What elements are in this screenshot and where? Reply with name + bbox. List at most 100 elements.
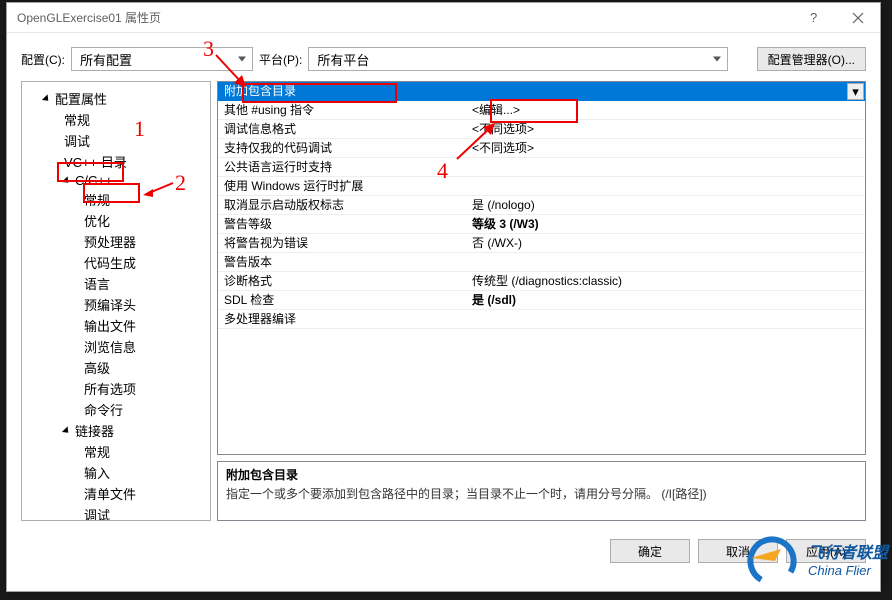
grid-value: 等级 3 (/W3) [468, 215, 865, 233]
tree-node[interactable]: 预处理器 [22, 231, 210, 252]
config-label: 配置(C): [21, 51, 65, 68]
tree-label: 配置属性 [55, 89, 107, 108]
grid-label: 诊断格式 [218, 272, 468, 290]
tree-node-config-props[interactable]: 配置属性 [22, 88, 210, 109]
config-row: 配置(C): 所有配置 平台(P): 所有平台 配置管理器(O)... [7, 33, 880, 81]
property-grid[interactable]: ▾ 附加包含目录 其他 #using 指令<编辑...> 调试信息格式<不同选项… [217, 81, 866, 455]
tree-node[interactable]: VC++ 目录 [22, 151, 210, 172]
tree-node[interactable]: 输出文件 [22, 315, 210, 336]
tree-label: 预处理器 [84, 232, 136, 251]
right-pane: ▾ 附加包含目录 其他 #using 指令<编辑...> 调试信息格式<不同选项… [217, 81, 866, 521]
grid-label: 将警告视为错误 [218, 234, 468, 252]
tree-label: 输入 [84, 463, 110, 482]
tree-node[interactable]: 常规 [22, 441, 210, 462]
grid-row[interactable]: 公共语言运行时支持 [218, 158, 865, 177]
tree-node-linker[interactable]: 链接器 [22, 420, 210, 441]
tree-label: 输出文件 [84, 316, 136, 335]
grid-value [468, 158, 865, 176]
tree-node[interactable]: 代码生成 [22, 252, 210, 273]
grid-row[interactable]: 支持仅我的代码调试<不同选项> [218, 139, 865, 158]
tree-node[interactable]: 调试 [22, 504, 210, 521]
tree-node[interactable]: 浏览信息 [22, 336, 210, 357]
tree-label: C/C++ [75, 173, 113, 188]
help-button[interactable]: ? [790, 3, 835, 33]
grid-value: 是 (/nologo) [468, 196, 865, 214]
grid-value: 传统型 (/diagnostics:classic) [468, 272, 865, 290]
tree-label: 所有选项 [84, 379, 136, 398]
close-button[interactable] [835, 3, 880, 33]
platform-select[interactable]: 所有平台 [308, 47, 728, 71]
grid-row-selected[interactable]: 附加包含目录 [218, 82, 865, 101]
tree-label: 语言 [84, 274, 110, 293]
watermark-line1: 飞行者联盟 [808, 539, 888, 563]
grid-row[interactable]: 取消显示启动版权标志是 (/nologo) [218, 196, 865, 215]
tree-node[interactable]: 清单文件 [22, 483, 210, 504]
chevron-down-icon [62, 176, 71, 185]
tree-label: 清单文件 [84, 484, 136, 503]
tree-label: 链接器 [75, 421, 114, 440]
grid-row[interactable]: 警告版本 [218, 253, 865, 272]
tree-view[interactable]: 配置属性 常规 调试 VC++ 目录 C/C++ 常规 优化 预处理器 代码生成… [21, 81, 211, 521]
grid-label: 公共语言运行时支持 [218, 158, 468, 176]
grid-label: 调试信息格式 [218, 120, 468, 138]
grid-value [468, 177, 865, 195]
tree-label: 高级 [84, 358, 110, 377]
config-select[interactable]: 所有配置 [71, 47, 253, 71]
config-manager-button[interactable]: 配置管理器(O)... [757, 47, 866, 71]
ok-button[interactable]: 确定 [610, 539, 690, 563]
svg-text:?: ? [810, 12, 817, 24]
grid-value [468, 82, 865, 100]
watermark-text: 飞行者联盟 China Flier [808, 539, 888, 578]
tree-label: 命令行 [84, 400, 123, 419]
tree-label: 调试 [84, 505, 110, 521]
tree-node[interactable]: 调试 [22, 130, 210, 151]
grid-label: 警告等级 [218, 215, 468, 233]
grid-value: <编辑...> [468, 101, 865, 119]
tree-node[interactable]: 输入 [22, 462, 210, 483]
tree-node[interactable]: 常规 [22, 109, 210, 130]
grid-label: SDL 检查 [218, 291, 468, 309]
properties-dialog: OpenGLExercise01 属性页 ? 配置(C): 所有配置 平台(P)… [6, 2, 881, 592]
tree-label: 代码生成 [84, 253, 136, 272]
grid-label: 多处理器编译 [218, 310, 468, 328]
window-title: OpenGLExercise01 属性页 [17, 9, 790, 26]
tree-node[interactable]: 预编译头 [22, 294, 210, 315]
close-icon [852, 12, 864, 24]
tree-node[interactable]: 命令行 [22, 399, 210, 420]
tree-label: 浏览信息 [84, 337, 136, 356]
grid-row[interactable]: 多处理器编译 [218, 310, 865, 329]
chevron-down-icon [62, 426, 71, 435]
grid-value: <不同选项> [468, 139, 865, 157]
platform-select-value: 所有平台 [317, 50, 369, 69]
grid-label: 取消显示启动版权标志 [218, 196, 468, 214]
grid-label: 支持仅我的代码调试 [218, 139, 468, 157]
description-title: 附加包含目录 [226, 466, 857, 483]
grid-row[interactable]: 使用 Windows 运行时扩展 [218, 177, 865, 196]
tree-node[interactable]: 高级 [22, 357, 210, 378]
grid-value: 否 (/WX-) [468, 234, 865, 252]
grid-value [468, 253, 865, 271]
watermark-line2: China Flier [808, 563, 888, 578]
grid-value: 是 (/sdl) [468, 291, 865, 309]
chevron-down-icon [42, 94, 51, 103]
grid-row[interactable]: 调试信息格式<不同选项> [218, 120, 865, 139]
grid-value: <不同选项> [468, 120, 865, 138]
grid-row[interactable]: 其他 #using 指令<编辑...> [218, 101, 865, 120]
tree-node-ccpp[interactable]: C/C++ [22, 172, 210, 189]
tree-label: 预编译头 [84, 295, 136, 314]
tree-label: 常规 [64, 110, 90, 129]
tree-node[interactable]: 所有选项 [22, 378, 210, 399]
grid-label: 警告版本 [218, 253, 468, 271]
tree-label: 常规 [84, 442, 110, 461]
tree-node[interactable]: 语言 [22, 273, 210, 294]
tree-node[interactable]: 常规 [22, 189, 210, 210]
grid-row[interactable]: 诊断格式传统型 (/diagnostics:classic) [218, 272, 865, 291]
grid-row[interactable]: SDL 检查是 (/sdl) [218, 291, 865, 310]
grid-row[interactable]: 将警告视为错误否 (/WX-) [218, 234, 865, 253]
grid-dropdown-button[interactable]: ▾ [847, 83, 864, 100]
config-select-value: 所有配置 [80, 50, 132, 69]
body-row: 配置属性 常规 调试 VC++ 目录 C/C++ 常规 优化 预处理器 代码生成… [7, 81, 880, 531]
tree-node[interactable]: 优化 [22, 210, 210, 231]
chevron-down-icon: ▾ [852, 84, 859, 99]
grid-row[interactable]: 警告等级等级 3 (/W3) [218, 215, 865, 234]
